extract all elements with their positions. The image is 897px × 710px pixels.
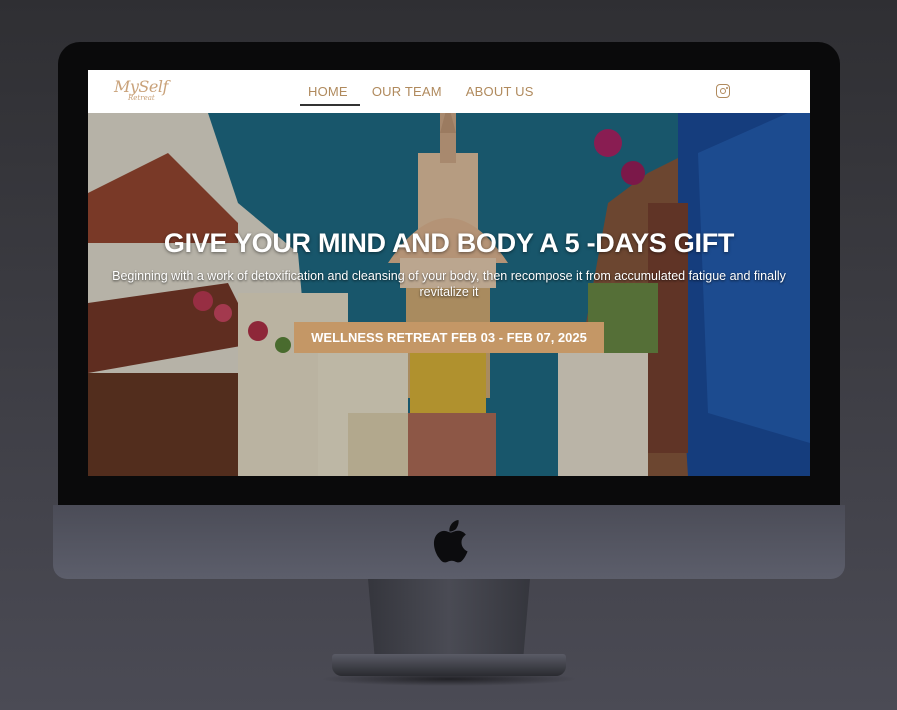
instagram-icon[interactable] <box>716 84 730 98</box>
nav-link-home[interactable]: HOME <box>296 70 360 113</box>
nav-link-our-team[interactable]: OUR TEAM <box>360 70 454 113</box>
wellness-retreat-button[interactable]: WELLNESS RETREAT FEB 03 - FEB 07, 2025 <box>294 322 604 353</box>
hero-section: GIVE YOUR MIND AND BODY A 5 -DAYS GIFT B… <box>88 113 810 476</box>
nav-links: HOME OUR TEAM ABOUT US <box>296 70 546 113</box>
monitor-stand-base <box>332 654 566 676</box>
hero-title: GIVE YOUR MIND AND BODY A 5 -DAYS GIFT <box>163 228 735 258</box>
nav-link-about-us[interactable]: ABOUT US <box>454 70 546 113</box>
logo-text-secondary: Retreat <box>128 94 155 102</box>
navbar: MySelf Retreat HOME OUR TEAM ABOUT US <box>88 70 810 113</box>
website-screen: MySelf Retreat HOME OUR TEAM ABOUT US GI… <box>88 70 810 476</box>
monitor-stand-neck <box>368 579 530 655</box>
hero-subtitle: Beginning with a work of detoxification … <box>112 269 786 299</box>
apple-icon <box>433 520 468 563</box>
site-logo[interactable]: MySelf Retreat <box>114 76 168 108</box>
